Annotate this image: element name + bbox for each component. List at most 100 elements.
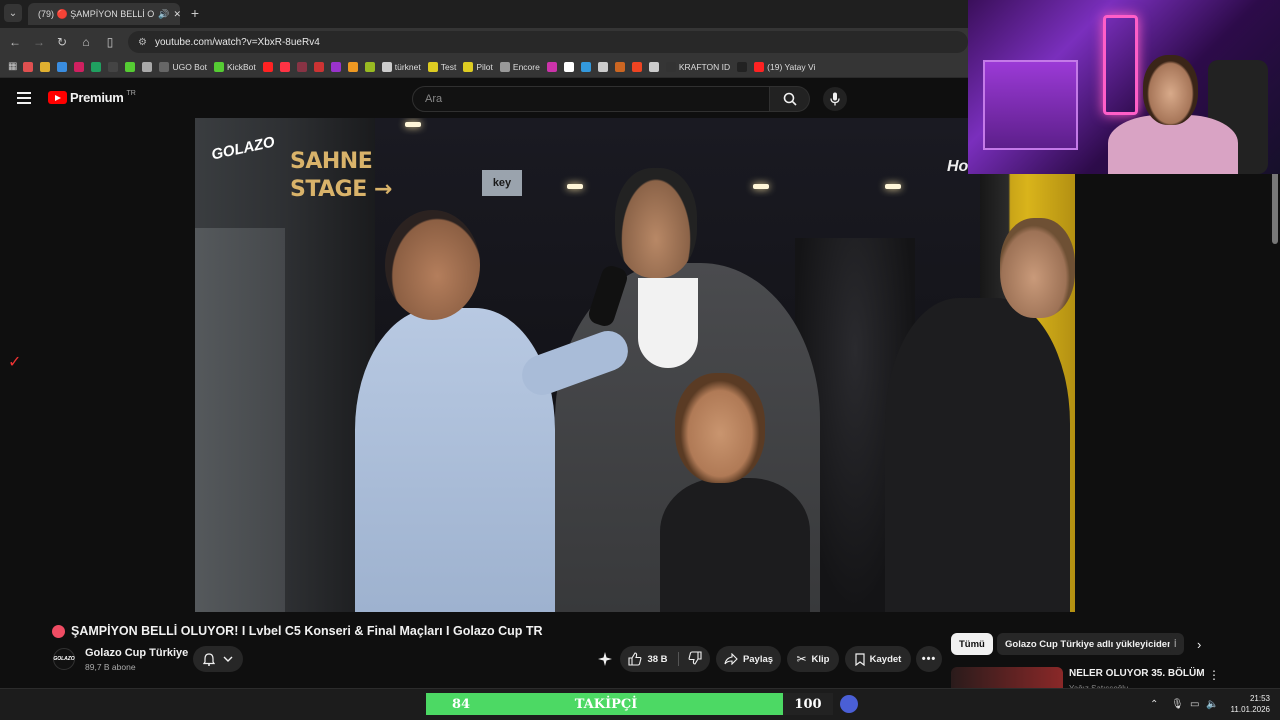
bookmark-item[interactable]: KRAFTON ID: [665, 61, 731, 72]
bookmark-item[interactable]: [125, 61, 136, 72]
bookmark-favicon-icon: [57, 61, 68, 72]
search-input[interactable]: Ara: [412, 86, 770, 112]
channel-name[interactable]: Golazo Cup Türkiye: [85, 647, 188, 659]
audio-playing-icon[interactable]: 🔊: [158, 9, 169, 20]
bookmark-favicon-icon: [499, 61, 510, 72]
bookmark-favicon-icon: [330, 61, 341, 72]
logo-region: TR: [126, 89, 136, 97]
bookmark-item[interactable]: [330, 61, 341, 72]
bookmark-item[interactable]: [648, 61, 659, 72]
share-button[interactable]: Paylaş: [716, 646, 781, 672]
bookmark-item[interactable]: [296, 61, 307, 72]
bookmark-item[interactable]: [737, 61, 748, 72]
bookmark-item[interactable]: Encore: [499, 61, 540, 72]
bookmark-item[interactable]: UGO Bot: [159, 61, 207, 72]
back-arrow-icon[interactable]: ←: [6, 33, 24, 51]
bookmark-item[interactable]: [631, 61, 642, 72]
new-tab-button[interactable]: +: [186, 4, 204, 22]
bookmark-favicon-icon: [213, 61, 224, 72]
bookmark-label: Encore: [512, 61, 540, 72]
browser-tab-active[interactable]: (79) 🔴 ŞAMPİYON BELLİ O 🔊 ✕: [28, 3, 180, 25]
apps-grid-icon[interactable]: ▦: [8, 61, 17, 72]
bookmark-favicon-icon: [108, 61, 119, 72]
forward-arrow-icon[interactable]: →: [30, 33, 48, 51]
video-title: ŞAMPİYON BELLİ OLUYOR! I Lvbel C5 Konser…: [71, 624, 543, 638]
bookmark-favicon-icon: [262, 61, 273, 72]
related-thumbnail[interactable]: [951, 667, 1063, 688]
bookmark-item[interactable]: türknet: [381, 61, 421, 72]
tray-volume-icon[interactable]: 🔈: [1206, 699, 1218, 710]
home-icon[interactable]: ⌂: [77, 33, 95, 51]
bookmark-item[interactable]: [108, 61, 119, 72]
bookmark-item[interactable]: Test: [427, 61, 456, 72]
tab-search-button[interactable]: ⌄: [4, 4, 22, 22]
bookmark-item[interactable]: [279, 61, 290, 72]
bookmark-label: türknet: [394, 61, 421, 72]
youtube-logo[interactable]: Premium TR: [48, 90, 136, 105]
bookmark-item[interactable]: [364, 61, 375, 72]
taskbar-clock[interactable]: 21:53 11.01.2026: [1222, 693, 1270, 715]
person-child: [660, 478, 810, 612]
tray-microphone-icon[interactable]: 🎙: [1171, 699, 1184, 710]
bookmark-item[interactable]: [74, 61, 85, 72]
bookmark-item[interactable]: (19) Yatay Vi: [754, 61, 815, 72]
split-view-icon[interactable]: ▯: [101, 33, 119, 51]
bookmark-item[interactable]: [313, 61, 324, 72]
video-title-row: ŞAMPİYON BELLİ OLUYOR! I Lvbel C5 Konser…: [52, 622, 942, 640]
bookmark-item[interactable]: Pilot: [463, 61, 493, 72]
more-actions-button[interactable]: •••: [916, 646, 942, 672]
tray-chevron-up-icon[interactable]: ⌃: [1150, 699, 1158, 710]
bookmark-favicon-icon: [631, 61, 642, 72]
search-button[interactable]: [770, 86, 810, 112]
chip-uploader[interactable]: Golazo Cup Türkiye adlı yükleyiciden: [997, 633, 1181, 655]
bookmark-label: KRAFTON ID: [678, 61, 731, 72]
windows-taskbar: 84 TAKİPÇİ 100 ⌃ 🎙 ▭ 🔈 21:53 11.01.2026: [0, 688, 1280, 720]
channel-avatar[interactable]: GOLAZO: [53, 648, 75, 670]
tab-close-icon[interactable]: ✕: [173, 9, 180, 20]
video-player[interactable]: GOLAZO SAHNE STAGE → key Hotel: [195, 118, 1075, 612]
tray-network-icon[interactable]: ▭: [1190, 699, 1199, 710]
bookmark-item[interactable]: [57, 61, 68, 72]
chip-all[interactable]: Tümü: [951, 633, 993, 655]
bookmark-label: UGO Bot: [172, 61, 207, 72]
bookmark-favicon-icon: [563, 61, 574, 72]
bookmark-item[interactable]: [23, 61, 34, 72]
red-circle-icon: [52, 624, 65, 638]
bookmark-item[interactable]: [563, 61, 574, 72]
address-url: youtube.com/watch?v=XbxR-8ueRv4: [154, 36, 320, 48]
bookmark-favicon-icon: [313, 61, 324, 72]
bookmark-item[interactable]: [546, 61, 557, 72]
save-label: Kaydet: [869, 653, 902, 665]
menu-hamburger-icon[interactable]: [17, 92, 31, 104]
reload-icon[interactable]: ↻: [53, 33, 71, 51]
app-taskbar-icon[interactable]: [840, 695, 858, 713]
follower-goal: 100: [783, 693, 833, 715]
bookmark-item[interactable]: KickBot: [213, 61, 256, 72]
chevron-right-icon[interactable]: ›: [1197, 637, 1201, 652]
save-button[interactable]: Kaydet: [845, 646, 911, 672]
bookmark-favicon-icon: [364, 61, 375, 72]
subscriber-count: 89,7 B abone: [85, 662, 136, 672]
bookmark-item[interactable]: [91, 61, 102, 72]
address-bar[interactable]: ⚙ youtube.com/watch?v=XbxR-8ueRv4: [128, 31, 968, 53]
bookmark-item[interactable]: [142, 61, 153, 72]
site-info-icon[interactable]: ⚙: [138, 37, 147, 48]
more-vertical-icon[interactable]: ⋮: [1208, 668, 1220, 682]
notification-bell-button[interactable]: [193, 646, 243, 672]
bookmark-item[interactable]: [262, 61, 273, 72]
bookmark-item[interactable]: [597, 61, 608, 72]
voice-search-button[interactable]: [823, 87, 847, 111]
related-title[interactable]: NELER OLUYOR 35. BÖLÜM: [1069, 668, 1205, 679]
streamer-webcam-overlay: [968, 0, 1280, 174]
bookmark-item[interactable]: [614, 61, 625, 72]
like-button[interactable]: 38 B: [628, 652, 679, 666]
chip-more[interactable]: İ: [1170, 633, 1184, 655]
dislike-button[interactable]: [684, 650, 702, 668]
bookmark-item[interactable]: [347, 61, 358, 72]
bookmark-item[interactable]: [580, 61, 591, 72]
bookmark-item[interactable]: [40, 61, 51, 72]
sparkle-icon[interactable]: [597, 651, 615, 667]
bookmark-favicon-icon: [546, 61, 557, 72]
microphone-icon: [830, 92, 840, 106]
clip-button[interactable]: ✂ Klip: [787, 646, 839, 672]
